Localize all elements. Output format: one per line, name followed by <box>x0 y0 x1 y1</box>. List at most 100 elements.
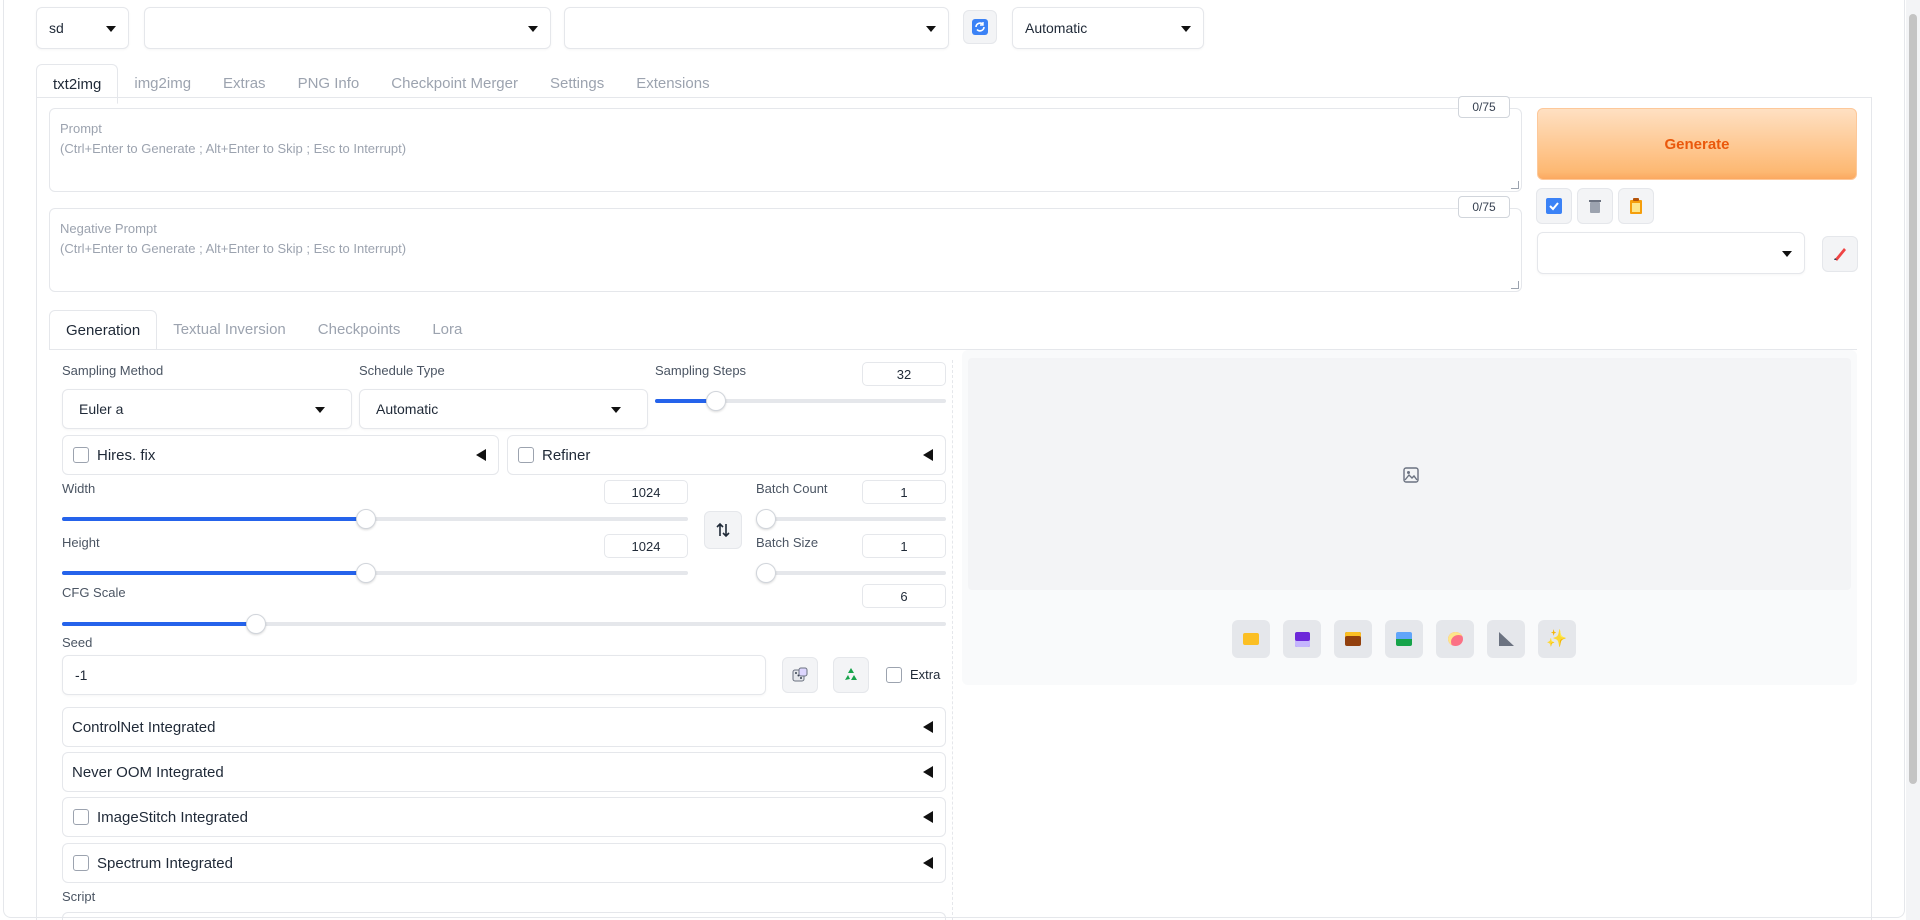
batch-size-label: Batch Size <box>756 535 819 550</box>
refresh-button[interactable] <box>963 10 997 44</box>
prompt-token-counter: 0/75 <box>1458 96 1510 118</box>
refiner-accordion[interactable]: Refiner <box>507 435 946 475</box>
height-slider[interactable] <box>62 563 688 583</box>
refiner-checkbox[interactable] <box>518 447 534 463</box>
clear-prompt-button[interactable] <box>1577 188 1613 224</box>
send-to-extras-button[interactable] <box>1487 620 1525 658</box>
script-select[interactable] <box>62 912 946 920</box>
cfg-scale-slider[interactable] <box>62 614 946 634</box>
upscale-button[interactable]: ✨ <box>1538 620 1576 658</box>
picture-icon <box>1396 632 1412 646</box>
width-slider[interactable] <box>62 509 688 529</box>
cfg-scale-label: CFG Scale <box>62 585 126 600</box>
refresh-icon <box>972 19 988 35</box>
never-oom-accordion[interactable]: Never OOM Integrated <box>62 752 946 792</box>
open-folder-button[interactable] <box>1232 620 1270 658</box>
dice-icon <box>792 667 808 682</box>
image-placeholder-icon <box>1403 467 1419 483</box>
pencil-icon <box>1834 248 1846 261</box>
swap-dimensions-button[interactable] <box>704 511 742 549</box>
slider-thumb[interactable] <box>756 563 776 583</box>
height-input[interactable]: 1024 <box>604 534 688 558</box>
batch-count-label: Batch Count <box>756 481 828 496</box>
styles-select[interactable] <box>1537 232 1805 274</box>
edit-styles-button[interactable] <box>1822 236 1858 272</box>
slider-thumb[interactable] <box>355 509 376 529</box>
width-input[interactable]: 1024 <box>604 480 688 504</box>
schedule-type-select[interactable]: Automatic <box>359 389 648 429</box>
slider-thumb[interactable] <box>756 509 776 529</box>
archive-icon <box>1345 632 1361 646</box>
scrollbar-thumb[interactable] <box>1909 14 1917 784</box>
height-label: Height <box>62 535 100 550</box>
triangle-ruler-icon <box>1498 632 1514 646</box>
spectrum-checkbox[interactable] <box>73 855 89 871</box>
slider-thumb[interactable] <box>706 391 727 411</box>
negative-prompt-textarea[interactable]: Negative Prompt (Ctrl+Enter to Generate … <box>49 208 1522 292</box>
zip-button[interactable] <box>1334 620 1372 658</box>
output-gallery: ✨ <box>962 350 1857 685</box>
tab-textual-inversion[interactable]: Textual Inversion <box>157 310 302 350</box>
paste-button[interactable] <box>1618 188 1654 224</box>
sampling-method-select[interactable]: Euler a <box>62 389 352 429</box>
chevron-down-icon <box>611 407 621 413</box>
apply-styles-button[interactable] <box>1536 188 1572 224</box>
floppy-icon <box>1294 631 1310 647</box>
collapse-arrow-icon <box>923 721 933 733</box>
palette-icon <box>1447 632 1463 646</box>
chevron-down-icon <box>528 26 538 32</box>
precision-select[interactable]: Automatic <box>1012 7 1204 49</box>
settings-column-divider <box>952 360 953 920</box>
batch-count-slider[interactable] <box>756 509 946 529</box>
prompt-placeholder: (Ctrl+Enter to Generate ; Alt+Enter to S… <box>60 141 407 156</box>
imagestitch-accordion[interactable]: ImageStitch Integrated <box>62 797 946 837</box>
send-to-img2img-button[interactable] <box>1385 620 1423 658</box>
collapse-arrow-icon <box>923 811 933 823</box>
resize-handle[interactable] <box>1511 281 1519 289</box>
resize-handle[interactable] <box>1511 181 1519 189</box>
vae-select[interactable] <box>144 7 551 49</box>
save-button[interactable] <box>1283 620 1321 658</box>
script-label: Script <box>62 889 96 904</box>
text-encoder-select[interactable] <box>564 7 949 49</box>
sampling-steps-label: Sampling Steps <box>655 363 747 378</box>
chevron-down-icon <box>1181 26 1191 32</box>
seed-extra-checkbox[interactable] <box>886 667 902 683</box>
negative-prompt-label: Negative Prompt <box>60 221 157 236</box>
width-label: Width <box>62 481 96 496</box>
sampling-steps-input[interactable]: 32 <box>862 362 946 386</box>
negative-token-counter: 0/75 <box>1458 196 1510 218</box>
hires-fix-checkbox[interactable] <box>73 447 89 463</box>
generate-button[interactable]: Generate <box>1537 108 1857 180</box>
seed-input[interactable]: -1 <box>62 655 766 695</box>
batch-size-input[interactable]: 1 <box>862 534 946 558</box>
prompt-textarea[interactable]: Prompt (Ctrl+Enter to Generate ; Alt+Ent… <box>49 108 1522 192</box>
batch-count-input[interactable]: 1 <box>862 480 946 504</box>
imagestitch-checkbox[interactable] <box>73 809 89 825</box>
folder-icon <box>1243 633 1259 645</box>
chevron-down-icon <box>315 407 325 413</box>
controlnet-accordion[interactable]: ControlNet Integrated <box>62 707 946 747</box>
batch-size-slider[interactable] <box>756 563 946 583</box>
cfg-scale-input[interactable]: 6 <box>862 584 946 608</box>
send-to-inpaint-button[interactable] <box>1436 620 1474 658</box>
tab-generation[interactable]: Generation <box>49 310 158 350</box>
tab-lora[interactable]: Lora <box>416 310 478 350</box>
collapse-arrow-icon <box>923 766 933 778</box>
random-seed-button[interactable] <box>782 657 818 693</box>
reuse-seed-button[interactable] <box>833 657 869 693</box>
spectrum-accordion[interactable]: Spectrum Integrated <box>62 843 946 883</box>
prompt-label: Prompt <box>60 121 102 136</box>
tab-checkpoints[interactable]: Checkpoints <box>302 310 417 350</box>
slider-thumb[interactable] <box>355 563 376 583</box>
seed-label: Seed <box>62 635 93 650</box>
checkpoint-select[interactable]: sd <box>36 7 129 49</box>
checkbox-icon <box>1546 198 1562 214</box>
negative-prompt-placeholder: (Ctrl+Enter to Generate ; Alt+Enter to S… <box>60 241 407 256</box>
swap-arrows-icon <box>716 522 730 538</box>
hires-fix-accordion[interactable]: Hires. fix <box>62 435 499 475</box>
sampling-steps-slider[interactable] <box>655 391 946 411</box>
page-scrollbar[interactable] <box>1906 0 1920 920</box>
clipboard-icon <box>1630 198 1642 214</box>
recycle-icon <box>845 668 857 680</box>
